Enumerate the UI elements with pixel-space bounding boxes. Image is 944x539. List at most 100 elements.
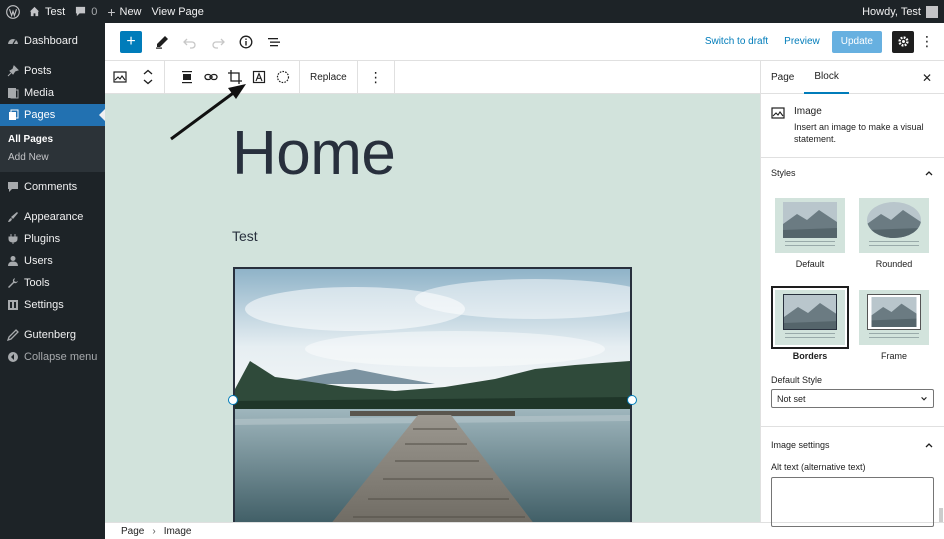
chevron-up-icon xyxy=(925,171,933,176)
thumb-caption xyxy=(785,333,835,338)
submenu-add-new[interactable]: Add New xyxy=(0,148,105,166)
sidebar-item-gutenberg[interactable]: Gutenberg xyxy=(0,324,105,346)
image-settings-toggle[interactable]: Image settings xyxy=(761,430,944,460)
default-style-label: Default Style xyxy=(771,375,823,385)
align-center-icon xyxy=(182,71,192,84)
avatar[interactable] xyxy=(926,5,938,18)
redo-button[interactable] xyxy=(206,30,230,54)
sidebar-item-dashboard[interactable]: Dashboard xyxy=(0,30,105,52)
insert-link-button[interactable] xyxy=(199,65,223,89)
collapse-menu-button[interactable]: Collapse menu xyxy=(0,346,105,368)
style-label: Borders xyxy=(792,351,828,361)
move-block-button[interactable] xyxy=(136,65,160,89)
close-icon[interactable]: ✕ xyxy=(922,71,932,85)
sidebar-item-posts[interactable]: Posts xyxy=(0,60,105,82)
text-overlay-button[interactable] xyxy=(247,65,271,89)
howdy-text[interactable]: Howdy, Test xyxy=(862,6,921,18)
new-content-link[interactable]: + New xyxy=(102,0,146,23)
vertical-ellipsis-icon: ⋮ xyxy=(920,33,934,49)
pages-submenu: All Pages Add New xyxy=(0,126,105,172)
style-label: Rounded xyxy=(875,259,913,269)
vertical-ellipsis-icon: ⋮ xyxy=(368,68,383,85)
image-settings-heading: Image settings xyxy=(771,440,830,450)
sidebar-item-label: Pages xyxy=(24,109,56,121)
crop-button[interactable] xyxy=(223,65,247,89)
sidebar-item-plugins[interactable]: Plugins xyxy=(0,228,105,250)
editor-top-toolbar: + Switch to draft Preview Update ⋮ xyxy=(105,23,944,61)
block-type-button[interactable] xyxy=(108,65,132,89)
sidebar-item-label: Tools xyxy=(24,277,50,289)
chevron-right-icon: › xyxy=(152,525,156,537)
tab-block[interactable]: Block xyxy=(804,61,849,94)
new-label: New xyxy=(119,5,142,18)
comments-link[interactable]: 0 xyxy=(70,0,102,23)
view-page-link[interactable]: View Page xyxy=(147,0,209,23)
sidebar-item-tools[interactable]: Tools xyxy=(0,272,105,294)
more-options-button[interactable]: ⋮ xyxy=(918,33,936,50)
text-overlay-icon xyxy=(252,70,266,84)
style-label: Default xyxy=(795,259,825,269)
style-rounded[interactable]: Rounded xyxy=(859,198,929,269)
switch-to-draft-button[interactable]: Switch to draft xyxy=(697,36,776,47)
style-preview xyxy=(859,290,929,345)
thumb-image xyxy=(783,294,837,330)
undo-button[interactable] xyxy=(178,30,202,54)
sidebar-item-label: Media xyxy=(24,87,54,99)
chevron-down-icon xyxy=(921,396,927,401)
tools-button[interactable] xyxy=(150,30,174,54)
duotone-button[interactable] xyxy=(271,65,295,89)
sidebar-item-pages[interactable]: Pages xyxy=(0,104,105,126)
submenu-all-pages[interactable]: All Pages xyxy=(0,130,105,148)
sidebar-item-label: Posts xyxy=(24,65,52,77)
breadcrumb-image[interactable]: Image xyxy=(164,526,192,537)
thumb-caption xyxy=(869,333,919,338)
sidebar-item-label: Users xyxy=(24,255,53,267)
redo-icon xyxy=(212,38,225,49)
sidebar-item-label: Gutenberg xyxy=(24,329,76,341)
pages-icon xyxy=(7,109,19,121)
dashboard-icon xyxy=(7,35,19,47)
resize-handle-right[interactable] xyxy=(627,395,637,405)
block-card: Image Insert an image to make a visual s… xyxy=(761,94,944,158)
settings-button[interactable] xyxy=(892,30,914,53)
style-default[interactable]: Default xyxy=(775,198,845,269)
preview-button[interactable]: Preview xyxy=(776,36,828,47)
section-divider xyxy=(761,426,944,427)
list-view-button[interactable] xyxy=(262,30,286,54)
sidebar-item-label: Appearance xyxy=(24,211,84,223)
duotone-circle-icon xyxy=(276,70,290,84)
sidebar-item-users[interactable]: Users xyxy=(0,250,105,272)
update-button[interactable]: Update xyxy=(831,30,882,53)
plugin-icon xyxy=(7,233,19,245)
breadcrumb-page[interactable]: Page xyxy=(121,526,144,537)
image-block[interactable] xyxy=(233,267,632,522)
site-name: Test xyxy=(45,5,66,18)
resize-handle-left[interactable] xyxy=(228,395,238,405)
style-borders[interactable]: Borders xyxy=(771,286,849,361)
panel-scrollbar[interactable] xyxy=(939,508,943,522)
style-frame[interactable]: Frame xyxy=(859,290,929,361)
block-options-button[interactable]: ⋮ xyxy=(364,65,388,89)
block-inserter-button[interactable]: + xyxy=(120,30,142,53)
sidebar-item-media[interactable]: Media xyxy=(0,82,105,104)
default-style-select[interactable]: Not set xyxy=(771,389,934,408)
sidebar-item-appearance[interactable]: Appearance xyxy=(0,206,105,228)
thumb-image xyxy=(867,294,921,330)
details-button[interactable] xyxy=(234,30,258,54)
tab-page[interactable]: Page xyxy=(761,61,804,94)
site-name-link[interactable]: Test xyxy=(24,0,70,23)
editor-canvas: Home Test xyxy=(105,94,760,522)
sidebar-item-comments[interactable]: Comments xyxy=(0,176,105,198)
page-title[interactable]: Home xyxy=(232,118,396,189)
settings-sidebar: Page Block ✕ Image Insert an image to ma… xyxy=(760,61,944,527)
align-button[interactable] xyxy=(175,65,199,89)
wordpress-logo-icon[interactable] xyxy=(2,1,24,23)
thumb-image xyxy=(783,202,837,238)
paragraph-block[interactable]: Test xyxy=(232,228,258,244)
lake-dock-image xyxy=(235,269,630,522)
sidebar-item-settings[interactable]: Settings xyxy=(0,294,105,316)
edit-pencil-icon xyxy=(156,35,168,49)
replace-button[interactable]: Replace xyxy=(302,72,355,83)
styles-panel-toggle[interactable]: Styles xyxy=(761,158,944,188)
alt-text-input[interactable] xyxy=(771,477,934,527)
